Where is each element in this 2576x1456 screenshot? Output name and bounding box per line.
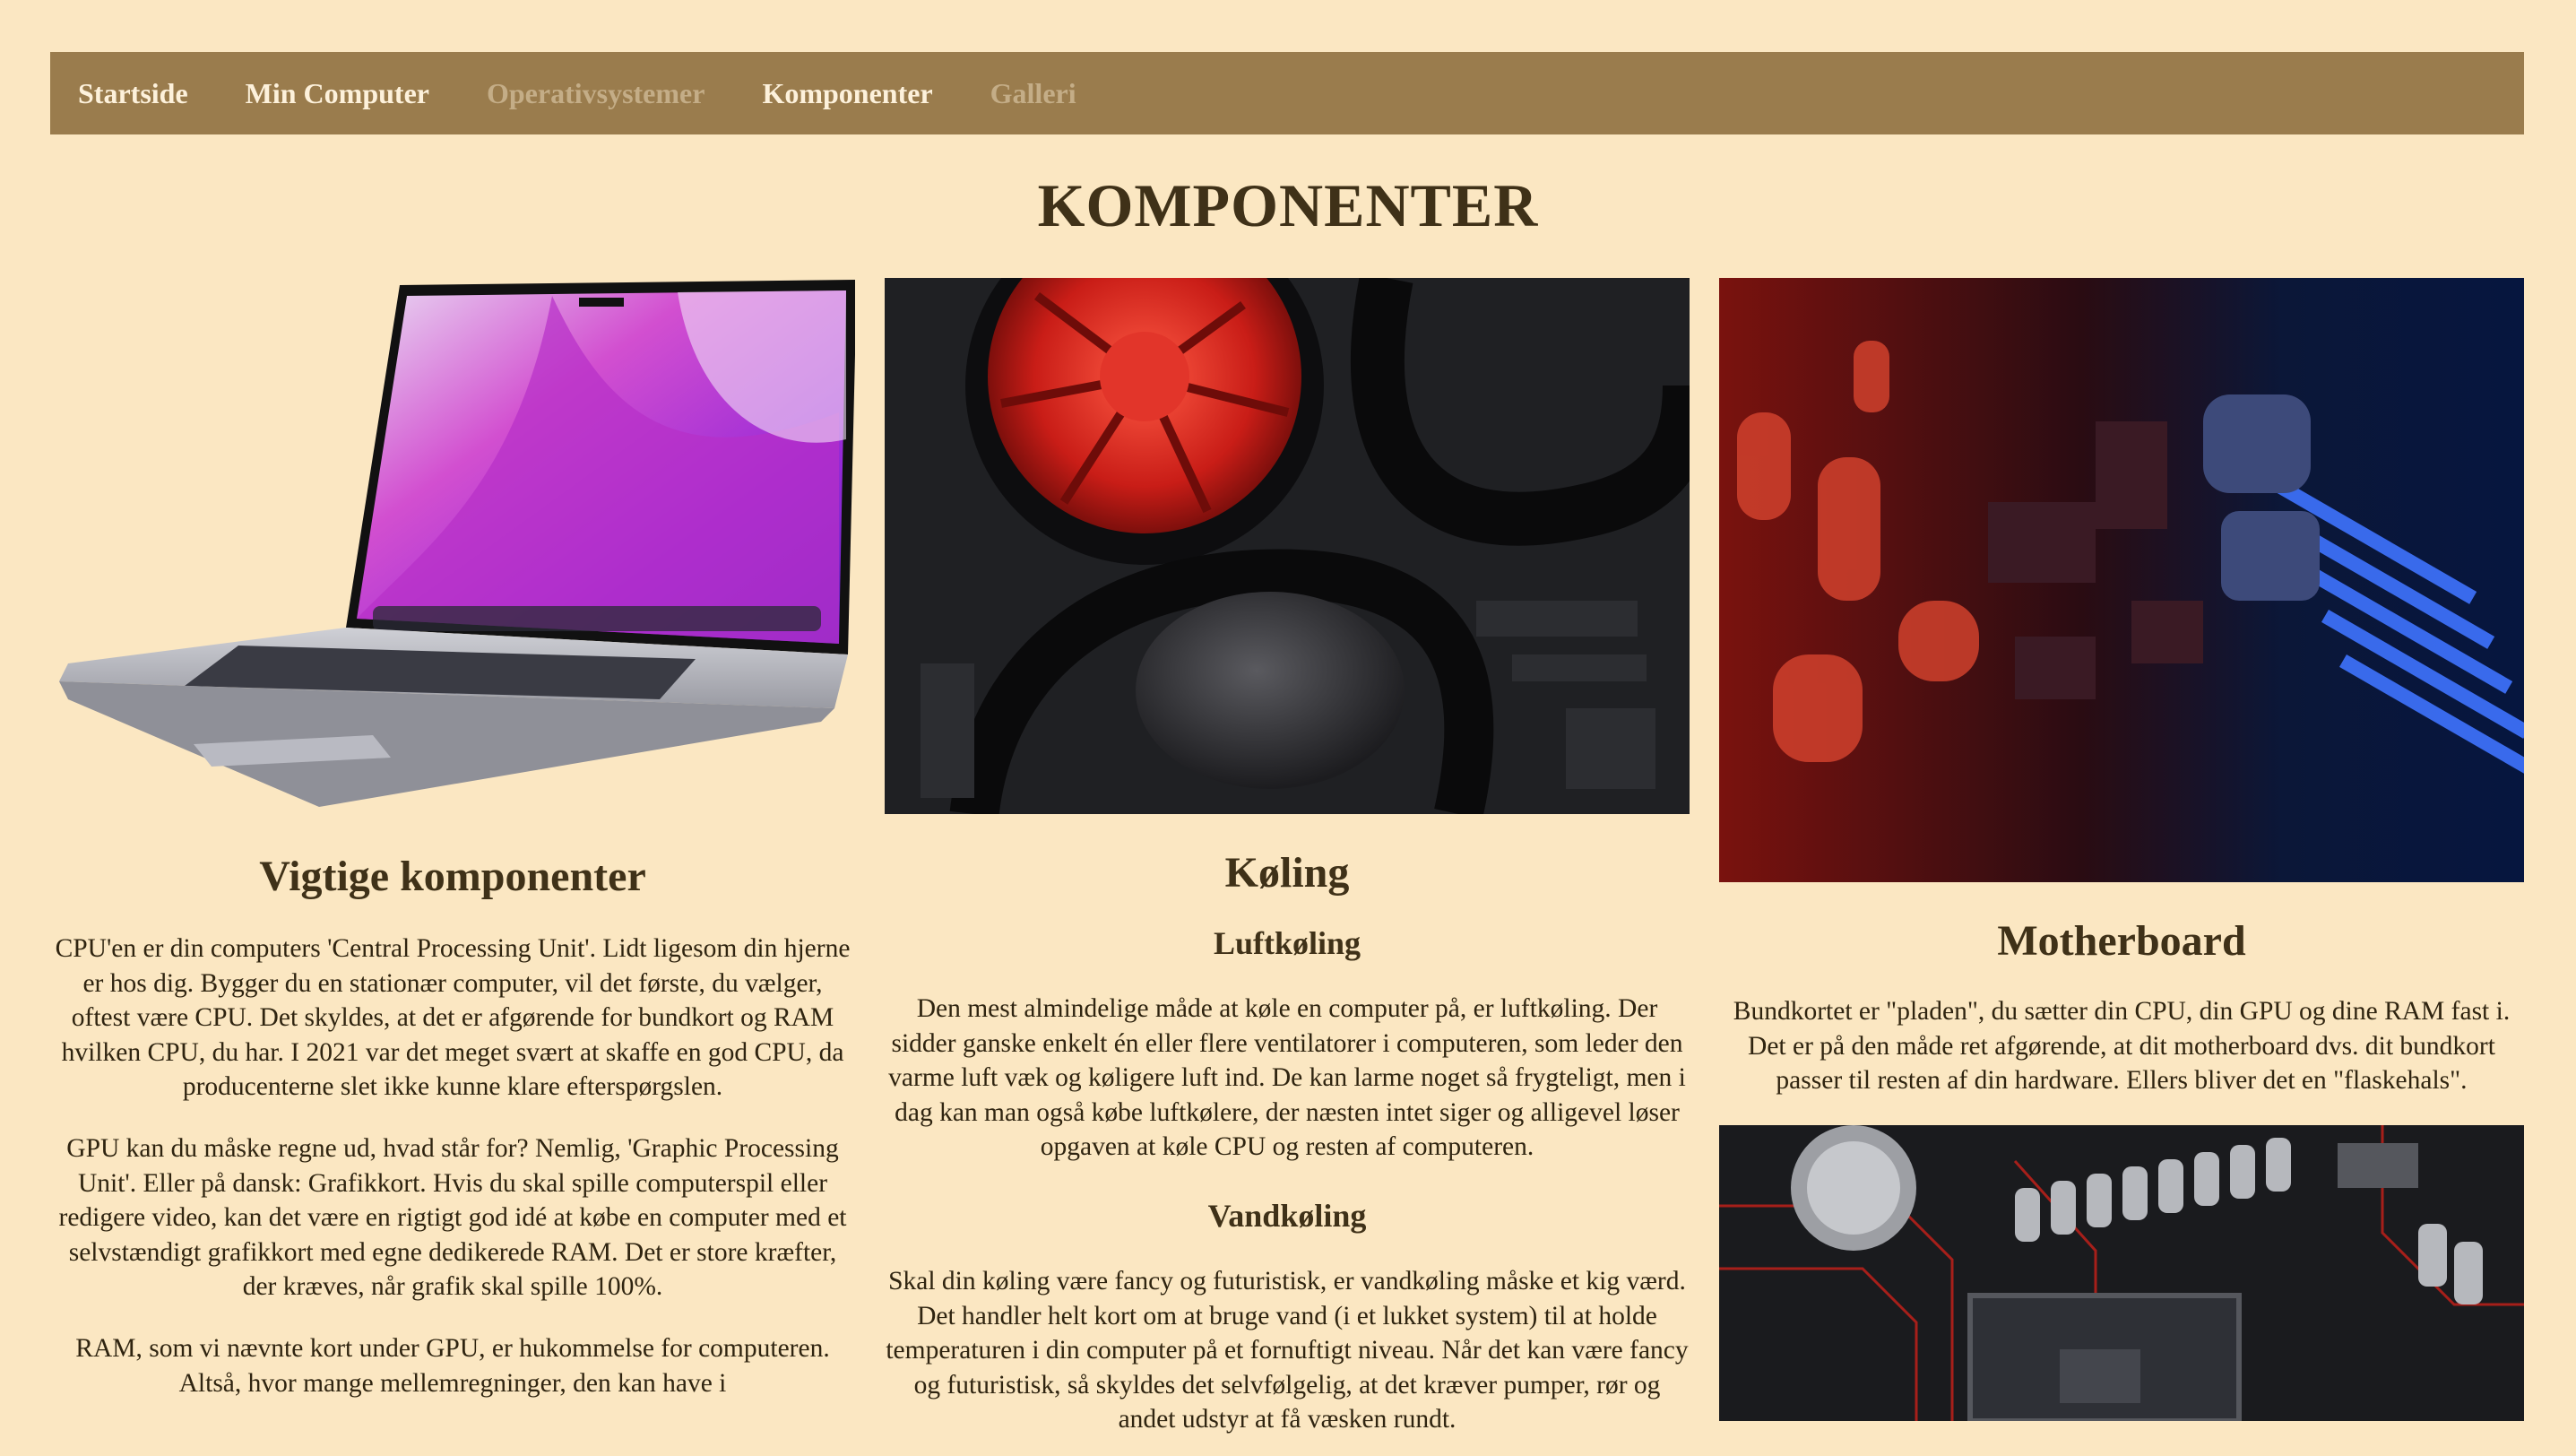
heading-vandkoling: Vandkøling: [1207, 1197, 1367, 1234]
paragraph-cpu: CPU'en er din computers 'Central Process…: [55, 934, 851, 1102]
paragraph-luftkoling: Den mest almindelige måde at køle en com…: [888, 994, 1686, 1162]
column-motherboard: Motherboard Bundkortet er "pladen", du s…: [1719, 278, 2524, 1421]
paragraph-motherboard: Bundkortet er "pladen", du sætter din CP…: [1733, 997, 2511, 1096]
paragraph-ram: RAM, som vi nævnte kort under GPU, er hu…: [75, 1333, 830, 1398]
nav-operativsystemer[interactable]: Operativsystemer: [487, 77, 705, 110]
heading-koling: Køling: [1224, 849, 1350, 897]
heading-luftkoling: Luftkøling: [1213, 925, 1361, 961]
cooling-image: [885, 278, 1690, 814]
paragraph-gpu: GPU kan du måske regne ud, hvad står for…: [58, 1133, 847, 1302]
column-vigtige-komponenter: Vigtige komponenter CPU'en er din comput…: [50, 278, 855, 1400]
heading-motherboard: Motherboard: [1997, 917, 2246, 965]
heading-vigtige-komponenter: Vigtige komponenter: [259, 853, 646, 900]
nav-min-computer[interactable]: Min Computer: [246, 77, 429, 110]
column-koling: Køling Luftkøling Den mest almindelige m…: [885, 278, 1690, 1437]
motherboard-socket-image: [1719, 1124, 2524, 1421]
nav-galleri[interactable]: Galleri: [990, 77, 1076, 110]
motherboard-image: [1719, 278, 2524, 882]
nav-komponenter[interactable]: Komponenter: [762, 77, 932, 110]
page-title: KOMPONENTER: [1037, 171, 1539, 239]
paragraph-vandkoling: Skal din køling være fancy og futuristis…: [886, 1266, 1689, 1434]
top-navigation: Startside Min Computer Operativsystemer …: [50, 52, 2524, 134]
laptop-image: [50, 278, 855, 816]
nav-startside[interactable]: Startside: [78, 77, 188, 110]
